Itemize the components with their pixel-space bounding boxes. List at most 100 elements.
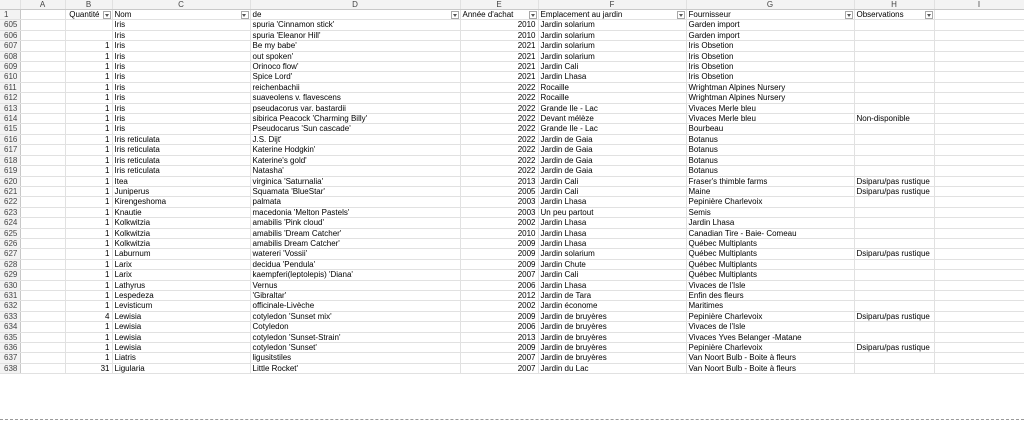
cell-i[interactable] [934,196,1024,208]
cell-a[interactable] [20,176,66,187]
cell-emplacement[interactable]: Jardin du Lac [538,363,687,375]
row-number[interactable]: 636 [0,342,21,354]
cell-annee[interactable]: 2021 [460,40,539,52]
cell-a[interactable] [20,40,66,52]
cell-de[interactable]: suaveolens v. flavescens [250,92,461,104]
column-header-e[interactable]: E [460,0,539,10]
cell-quantite[interactable]: 4 [65,311,113,323]
cell-annee[interactable]: 2007 [460,352,539,364]
row-number[interactable]: 630 [0,280,21,291]
cell-observations[interactable] [854,332,935,344]
cell-emplacement[interactable]: Jardin solarium [538,30,687,42]
cell-annee[interactable]: 2022 [460,113,539,125]
cell-nom[interactable]: Iris reticulata [112,144,251,156]
cell-a[interactable] [20,248,66,260]
cell-de[interactable]: Cotyledon [250,321,461,333]
cell-emplacement[interactable]: Jardin de Tara [538,290,687,302]
cell-quantite[interactable]: 1 [65,332,113,344]
filter-dropdown-icon[interactable] [844,11,853,19]
cell-de[interactable]: decidua 'Pendula' [250,259,461,271]
cell-fournisseur[interactable]: Iris Obsetion [686,71,855,83]
cell-fournisseur[interactable]: Pepinière Charlevoix [686,342,855,354]
cell-annee[interactable]: 2010 [460,19,539,31]
cell-quantite[interactable]: 1 [65,352,113,364]
cell-i[interactable] [934,165,1024,177]
cell-observations[interactable]: Dsiparu/pas rustique [854,311,935,323]
cell-annee[interactable]: 2009 [460,342,539,354]
cell-fournisseur[interactable]: Québec Multiplants [686,259,855,271]
cell-a[interactable] [20,290,66,302]
cell-observations[interactable] [854,144,935,156]
cell-annee[interactable]: 2002 [460,300,539,312]
cell-quantite[interactable]: 1 [65,259,113,271]
cell-de[interactable]: virginica 'Saturnalia' [250,176,461,187]
cell-quantite[interactable]: 1 [65,321,113,333]
filter-dropdown-icon[interactable] [528,11,537,19]
cell-annee[interactable]: 2005 [460,186,539,198]
cell-emplacement[interactable]: Jardin de Gaia [538,144,687,156]
cell-emplacement[interactable]: Rocaille [538,92,687,104]
cell-a[interactable] [20,144,66,156]
cell-a[interactable] [20,82,66,94]
cell-a[interactable] [20,51,66,63]
cell-observations[interactable] [854,280,935,291]
cell-annee[interactable]: 2013 [460,332,539,344]
cell-quantite[interactable]: 1 [65,92,113,104]
row-number[interactable]: 611 [0,82,21,94]
cell-a[interactable] [20,30,66,42]
sort-filter-icon[interactable] [240,11,249,19]
cell-observations[interactable] [854,134,935,146]
cell-quantite[interactable]: 1 [65,144,113,156]
cell-quantite[interactable]: 1 [65,134,113,146]
cell-fournisseur[interactable]: Botanus [686,134,855,146]
row-number[interactable]: 628 [0,259,21,271]
cell-quantite[interactable]: 1 [65,123,113,135]
cell-de[interactable]: pseudacorus var. bastardii [250,103,461,115]
row-number[interactable]: 625 [0,228,21,239]
cell-annee[interactable]: 2021 [460,51,539,63]
row-number[interactable]: 608 [0,51,21,63]
cell-a[interactable] [20,186,66,198]
cell-emplacement[interactable]: Jardin de Gaia [538,155,687,167]
cell-emplacement[interactable]: Jardin solarium [538,248,687,260]
row-number[interactable]: 612 [0,92,21,104]
cell-de[interactable]: watereri 'Vossii' [250,248,461,260]
cell-de[interactable]: 'Gibraltar' [250,290,461,302]
cell-fournisseur[interactable]: Vivaces de l'Isle [686,321,855,333]
cell-annee[interactable]: 2007 [460,363,539,375]
cell-fournisseur[interactable]: Maritimes [686,300,855,312]
cell-i[interactable] [934,103,1024,115]
cell-nom[interactable]: Lewisia [112,332,251,344]
cell-annee[interactable]: 2022 [460,134,539,146]
row-number[interactable]: 618 [0,155,21,167]
cell-observations[interactable]: Dsiparu/pas rustique [854,342,935,354]
cell-emplacement[interactable]: Devant mélèze [538,113,687,125]
column-header-a[interactable]: A [20,0,66,10]
cell-a[interactable] [20,352,66,364]
cell-nom[interactable]: Itea [112,176,251,187]
cell-a[interactable] [20,259,66,271]
cell-i[interactable] [934,280,1024,291]
cell-a[interactable] [20,207,66,219]
row-number[interactable]: 605 [0,19,21,31]
cell-nom[interactable]: Larix [112,259,251,271]
row-number[interactable]: 632 [0,300,21,312]
row-number[interactable]: 631 [0,290,21,302]
cell-a[interactable] [20,321,66,333]
cell-a[interactable] [20,61,66,73]
filter-dropdown-icon[interactable] [450,11,459,19]
cell-de[interactable]: J.S. Dijt' [250,134,461,146]
cell-i-header[interactable] [934,9,1024,21]
cell-i[interactable] [934,332,1024,344]
cell-de[interactable]: cotyledon 'Sunset' [250,342,461,354]
cell-nom[interactable]: Knautie [112,207,251,219]
cell-i[interactable] [934,352,1024,364]
cell-fournisseur[interactable]: Québec Multiplants [686,238,855,250]
cell-observations[interactable] [854,269,935,281]
cell-de[interactable]: Little Rocket' [250,363,461,375]
cell-de[interactable]: ligusitstiles [250,352,461,364]
cell-de[interactable]: spuria 'Eleanor Hill' [250,30,461,42]
cell-observations[interactable] [854,30,935,42]
row-number[interactable]: 633 [0,311,21,323]
cell-annee[interactable]: 2022 [460,123,539,135]
